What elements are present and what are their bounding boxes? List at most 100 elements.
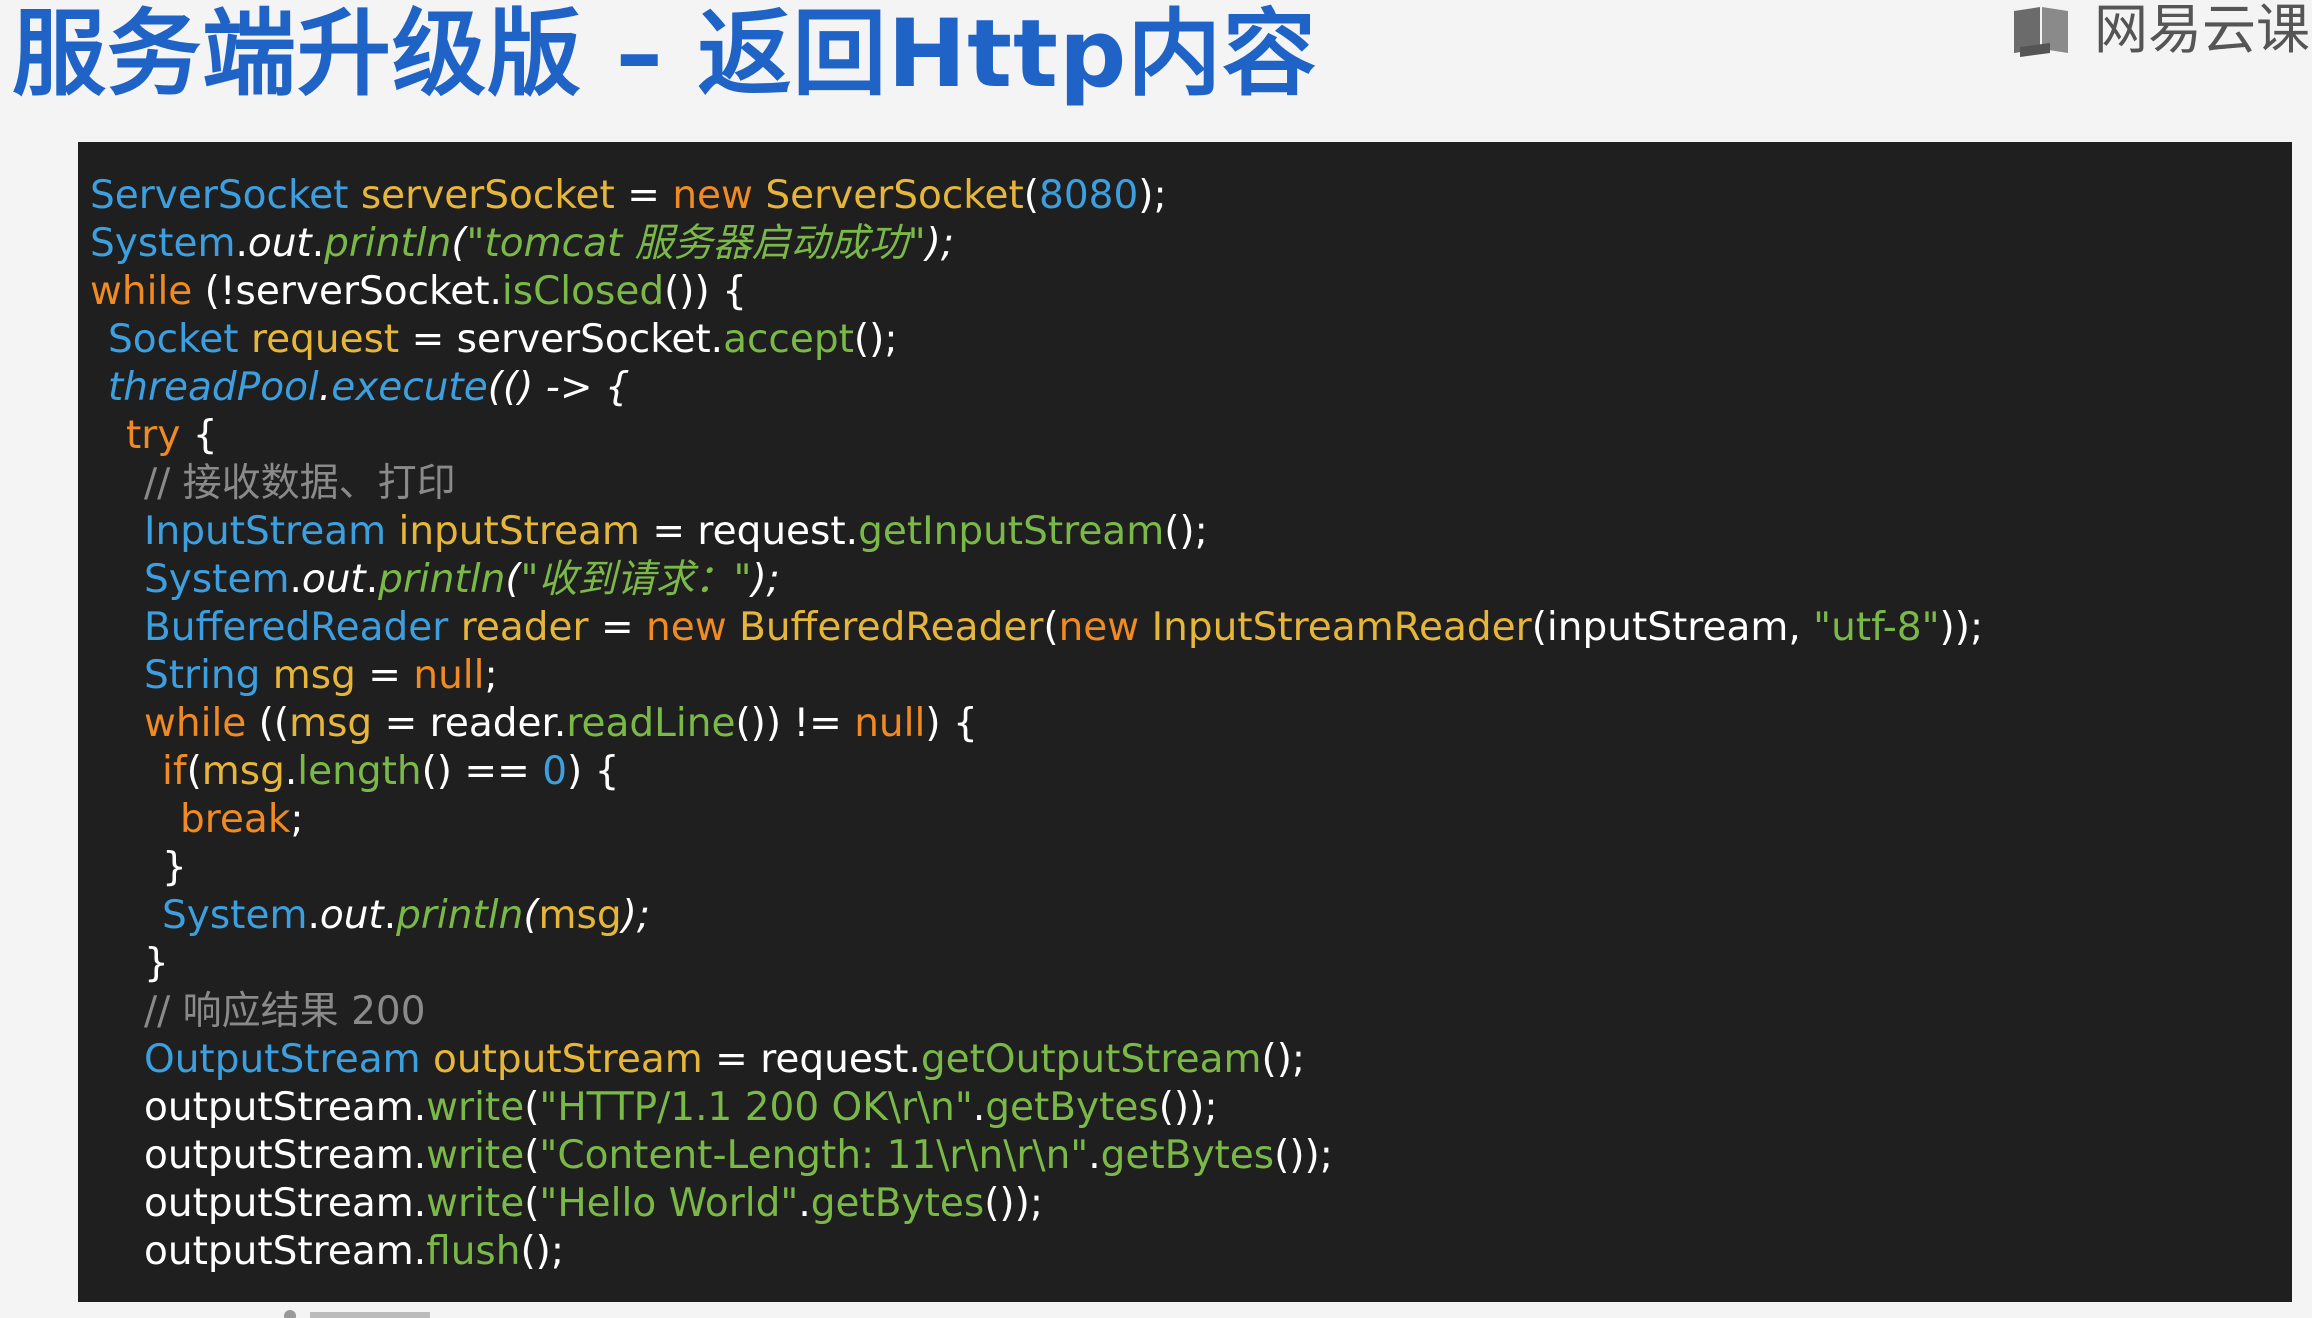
code-token: ));: [1939, 605, 1984, 650]
code-line: break;: [90, 796, 2280, 844]
code-line: OutputStream outputStream = request.getO…: [90, 1036, 2280, 1084]
code-token: (: [524, 1181, 540, 1226]
code-token: inputStream: [398, 509, 640, 554]
code-token: outputStream.: [144, 1133, 427, 1178]
code-token: OutputStream: [144, 1037, 421, 1082]
code-token: System: [90, 221, 236, 266]
code-token: break: [180, 797, 291, 842]
code-line: System.out.println("收到请求：");: [90, 556, 2280, 604]
code-token: (: [1023, 173, 1039, 218]
code-token: msg: [201, 749, 285, 794]
code-token: .: [318, 365, 332, 410]
code-token: .: [365, 557, 379, 602]
code-token: =: [355, 653, 414, 698]
code-line: System.out.println(msg);: [90, 892, 2280, 940]
code-token: {: [180, 413, 218, 458]
code-token: getOutputStream: [920, 1037, 1262, 1082]
code-token: ();: [1261, 1037, 1306, 1082]
code-token: (: [451, 221, 467, 266]
code-token: = reader.: [372, 701, 567, 746]
code-token: try: [126, 413, 181, 458]
code-token: (!serverSocket.: [192, 269, 502, 314]
code-token: = request.: [639, 509, 859, 554]
code-token: getBytes: [985, 1085, 1159, 1130]
code-token: ();: [853, 317, 898, 362]
code-token: .: [235, 221, 248, 266]
code-token: threadPool: [108, 365, 319, 410]
code-token: );: [1138, 173, 1167, 218]
code-line: while (!serverSocket.isClosed()) {: [90, 268, 2280, 316]
code-token: getBytes: [810, 1181, 985, 1226]
code-token: .: [307, 893, 320, 938]
code-token: out: [319, 893, 384, 938]
code-token: ());: [1158, 1085, 1218, 1130]
code-token: "Hello World": [539, 1181, 799, 1226]
code-token: ) {: [567, 749, 620, 794]
code-line: threadPool.execute(() -> {: [90, 364, 2280, 412]
brand-name: 网易云课: [2094, 0, 2310, 61]
code-line: String msg = null;: [90, 652, 2280, 700]
code-token: ;: [290, 797, 304, 842]
code-line: try {: [90, 412, 2280, 460]
code-token: if: [162, 749, 187, 794]
code-token: .: [798, 1181, 811, 1226]
code-token: getInputStream: [858, 509, 1165, 554]
code-token: BufferedReader: [739, 605, 1044, 650]
book-icon: [2014, 7, 2068, 57]
code-token: accept: [723, 317, 854, 362]
code-token: msg: [272, 653, 356, 698]
code-token: (: [505, 557, 521, 602]
code-line: outputStream.write("Hello World".getByte…: [90, 1180, 2280, 1228]
code-token: ServerSocket: [90, 173, 349, 218]
code-line: while ((msg = reader.readLine()) != null…: [90, 700, 2280, 748]
code-token: }: [144, 941, 169, 986]
code-token: // 接收数据、打印: [144, 461, 456, 506]
code-token: null: [413, 653, 485, 698]
code-token: (: [523, 893, 539, 938]
code-token: serverSocket: [360, 173, 615, 218]
code-token: InputStreamReader: [1151, 605, 1532, 650]
code-token: .: [1088, 1133, 1101, 1178]
code-token: println: [396, 893, 524, 938]
code-token: ) {: [925, 701, 978, 746]
code-token: () ==: [421, 749, 543, 794]
code-token: "HTTP/1.1 200 OK\r\n": [539, 1085, 973, 1130]
code-token: "Content-Length: 11\r\n\r\n": [539, 1133, 1089, 1178]
code-line: }: [90, 844, 2280, 892]
code-token: outputStream.: [144, 1229, 427, 1274]
code-token: (: [186, 749, 202, 794]
code-token: System: [162, 893, 308, 938]
code-token: ()) !=: [735, 701, 855, 746]
code-token: ((: [246, 701, 290, 746]
code-token: .: [972, 1085, 986, 1130]
code-token: msg: [538, 893, 622, 938]
code-line: if(msg.length() == 0) {: [90, 748, 2280, 796]
code-token: println: [324, 221, 452, 266]
code-token: BufferedReader: [144, 605, 449, 650]
code-token: (() -> {: [487, 365, 630, 410]
code-token: }: [162, 845, 187, 890]
code-token: while: [144, 701, 247, 746]
code-token: .: [311, 221, 325, 266]
code-block: ServerSocket serverSocket = new ServerSo…: [78, 142, 2292, 1302]
code-token: 8080: [1039, 173, 1139, 218]
code-token: ());: [984, 1181, 1043, 1226]
code-token: = request.: [702, 1037, 921, 1082]
code-token: 0: [542, 749, 568, 794]
code-token: execute: [331, 365, 488, 410]
code-token: System: [144, 557, 290, 602]
code-token: );: [925, 221, 954, 266]
code-token: .: [284, 749, 298, 794]
code-line: outputStream.write("HTTP/1.1 200 OK\r\n"…: [90, 1084, 2280, 1132]
code-token: reader: [460, 605, 589, 650]
code-token: (: [1043, 605, 1059, 650]
code-line: BufferedReader reader = new BufferedRead…: [90, 604, 2280, 652]
code-token: InputStream: [144, 509, 387, 554]
